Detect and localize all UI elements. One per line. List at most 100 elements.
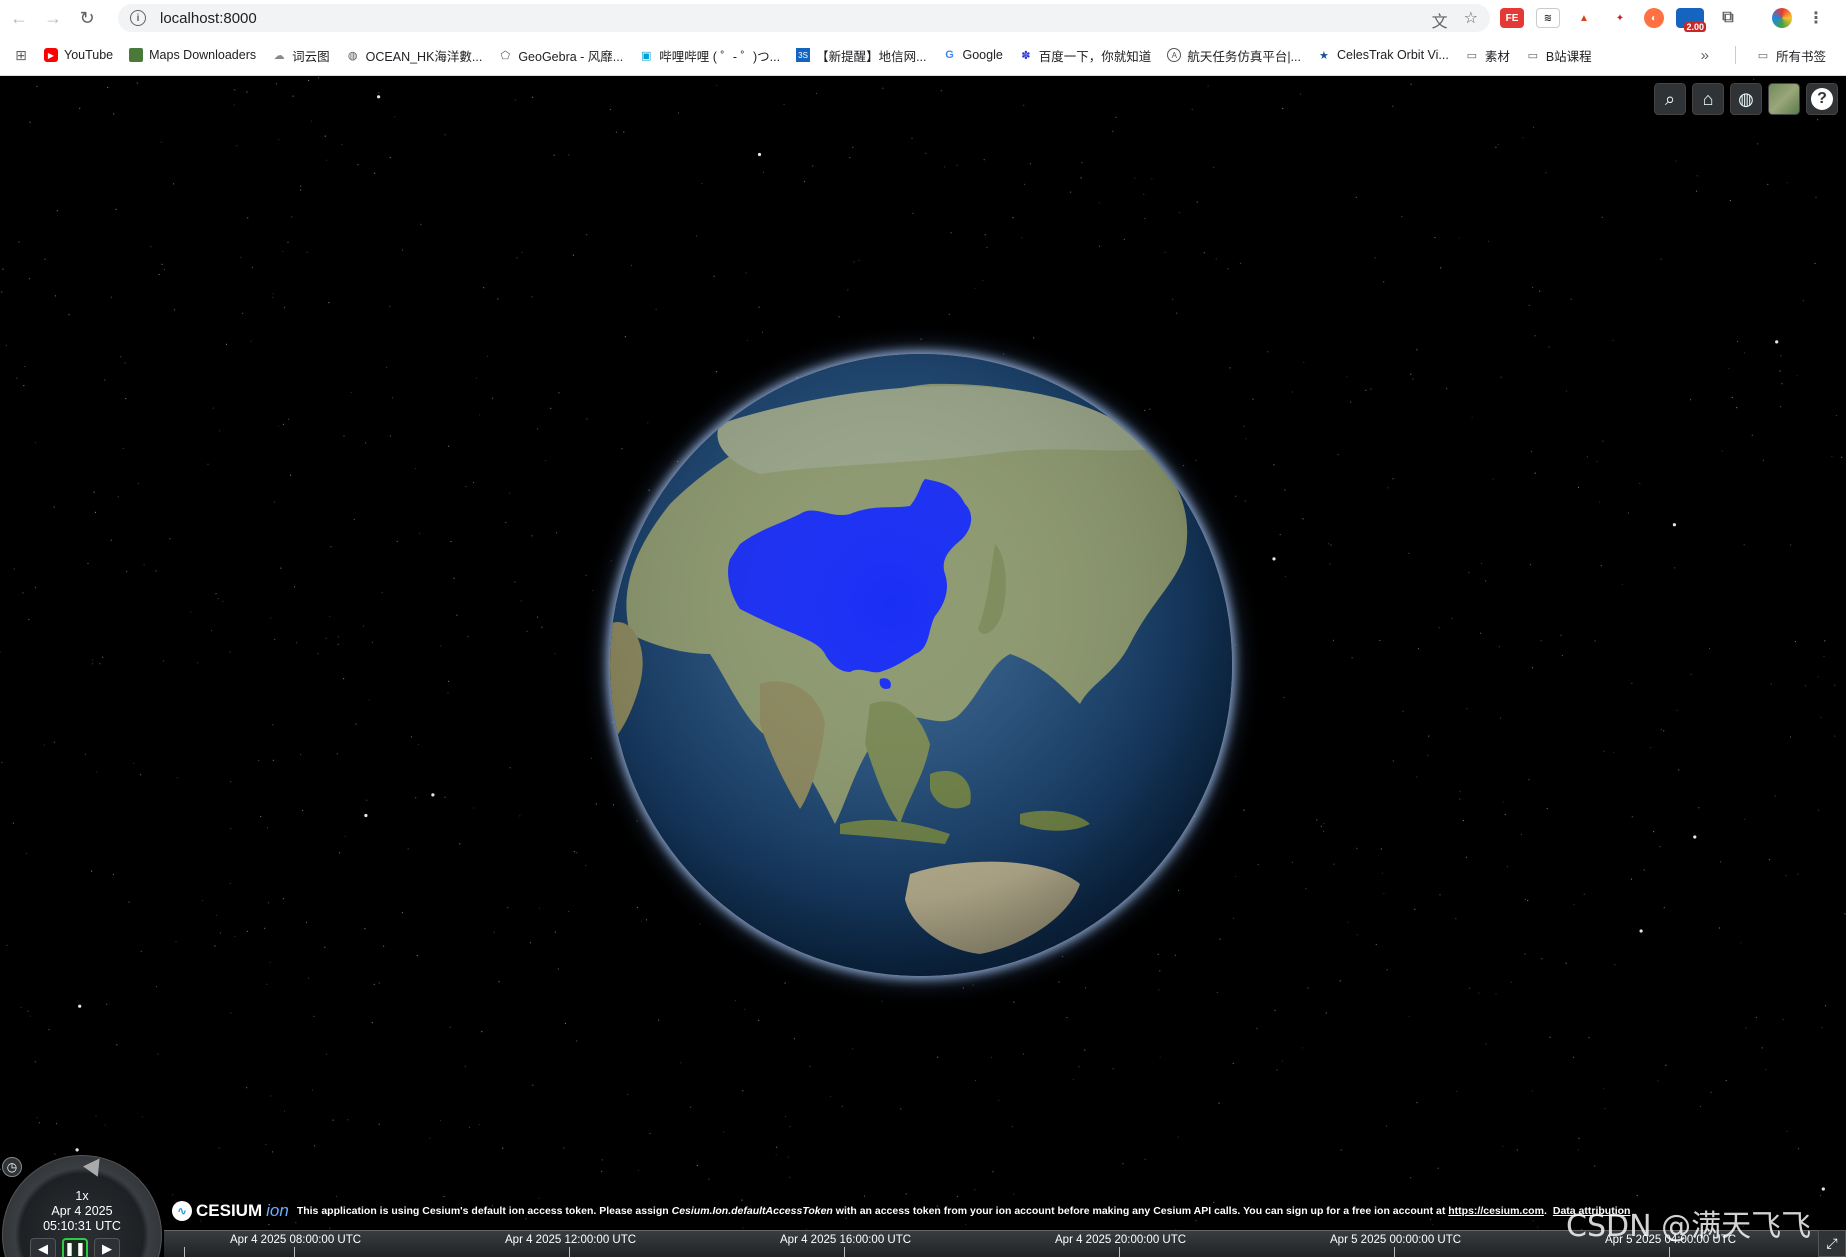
star bbox=[815, 92, 818, 95]
more-bookmarks-button[interactable]: » bbox=[1701, 47, 1709, 64]
star bbox=[305, 921, 308, 923]
timeline-tick bbox=[1119, 1247, 1120, 1257]
star bbox=[701, 183, 703, 185]
star bbox=[1178, 212, 1181, 214]
reload-button[interactable]: ↻ bbox=[70, 1, 104, 35]
star bbox=[514, 99, 517, 101]
back-button[interactable]: ← bbox=[2, 1, 36, 35]
pause-button[interactable]: ❚❚ bbox=[62, 1238, 88, 1257]
star bbox=[1524, 953, 1526, 955]
bookmark-youtube[interactable]: ▶ YouTube bbox=[36, 42, 121, 68]
star bbox=[1789, 736, 1792, 738]
bookmark-baidu[interactable]: ✽ 百度一下，你就知道 bbox=[1011, 42, 1160, 68]
star bbox=[1062, 955, 1064, 958]
star bbox=[1495, 993, 1497, 995]
info-icon[interactable]: i bbox=[130, 10, 146, 26]
star bbox=[448, 445, 450, 447]
extensions-bar: FE ≋ ▲ ✦ ◐ 2.00 ⧉ ⋮ bbox=[1500, 6, 1828, 32]
star bbox=[1674, 567, 1676, 569]
star bbox=[292, 95, 294, 97]
bookmark-space-sim[interactable]: A 航天任务仿真平台|... bbox=[1159, 42, 1309, 68]
cesium-link[interactable]: https://cesium.com bbox=[1448, 1205, 1544, 1217]
bookmark-star-icon[interactable]: ☆ bbox=[1464, 8, 1478, 32]
star bbox=[1546, 807, 1548, 810]
star bbox=[1710, 1091, 1712, 1093]
star bbox=[1768, 859, 1771, 861]
star bbox=[783, 103, 785, 105]
star bbox=[401, 912, 403, 914]
bookmark-3s[interactable]: 3S 【新提醒】地信网... bbox=[788, 42, 934, 68]
forward-button[interactable]: → bbox=[36, 1, 70, 35]
star bbox=[541, 626, 543, 628]
star bbox=[1817, 809, 1820, 811]
star bbox=[378, 1123, 380, 1125]
extension-icon[interactable]: ◐ bbox=[1644, 8, 1664, 28]
geocoder-search-button[interactable]: ⌕ bbox=[1654, 83, 1686, 115]
star bbox=[1636, 1195, 1638, 1197]
star bbox=[338, 852, 341, 854]
star bbox=[126, 570, 128, 573]
star bbox=[564, 1022, 567, 1024]
star bbox=[520, 600, 522, 602]
bookmark-bilibili[interactable]: ▣ 哔哩哔哩 ( ゜- ゜)つ... bbox=[631, 42, 788, 68]
profile-avatar[interactable] bbox=[1772, 8, 1792, 28]
scene-mode-button[interactable]: ◍ bbox=[1730, 83, 1762, 115]
star bbox=[1540, 640, 1542, 642]
play-forward-button[interactable]: ▶ bbox=[94, 1238, 120, 1257]
star bbox=[197, 662, 199, 664]
star bbox=[1527, 899, 1529, 902]
bookmark-ocean-hk[interactable]: ◍ OCEAN_HK海洋數... bbox=[338, 42, 491, 68]
folder-icon: ▭ bbox=[1466, 49, 1478, 62]
globe[interactable] bbox=[610, 354, 1232, 976]
star bbox=[1339, 980, 1341, 982]
star bbox=[733, 411, 735, 413]
all-bookmarks-folder[interactable]: ▭ 所有书签 bbox=[1748, 42, 1834, 68]
puzzle-icon[interactable]: ⧉ bbox=[1716, 8, 1740, 28]
star bbox=[1069, 191, 1072, 193]
star bbox=[378, 92, 380, 94]
star bbox=[299, 189, 302, 191]
badge-extension-icon[interactable]: 2.00 bbox=[1676, 8, 1706, 32]
address-bar[interactable]: i localhost:8000 文 ☆ bbox=[118, 4, 1490, 32]
bookmark-folder-bilibili-courses[interactable]: ▭ B站课程 bbox=[1518, 42, 1600, 68]
extension-icon[interactable]: ▲ bbox=[1572, 8, 1596, 28]
base-layer-picker-button[interactable] bbox=[1768, 83, 1800, 115]
star bbox=[1347, 921, 1349, 923]
star bbox=[1058, 981, 1060, 983]
bookmark-folder-materials[interactable]: ▭ 素材 bbox=[1457, 42, 1518, 68]
star bbox=[1834, 735, 1836, 737]
translate-icon[interactable]: 文 bbox=[1432, 8, 1448, 32]
star bbox=[1340, 1149, 1342, 1151]
bookmark-wordcloud[interactable]: ☁ 词云图 bbox=[264, 42, 338, 68]
bookmark-celestrak[interactable]: ★ CelesTrak Orbit Vi... bbox=[1309, 42, 1457, 68]
play-reverse-button[interactable]: ◀ bbox=[30, 1238, 56, 1257]
timeline-needle[interactable] bbox=[184, 1247, 185, 1257]
extension-icon[interactable]: ✦ bbox=[1608, 8, 1632, 28]
star bbox=[1383, 892, 1385, 895]
star bbox=[1613, 751, 1615, 754]
star bbox=[277, 425, 280, 427]
bookmark-google[interactable]: G Google bbox=[934, 42, 1010, 68]
star bbox=[829, 1095, 832, 1097]
fullscreen-button[interactable]: ⤢ bbox=[1818, 1230, 1846, 1257]
navigation-help-button[interactable]: ? bbox=[1806, 83, 1838, 115]
bilibili-icon: ▣ bbox=[641, 49, 652, 62]
star bbox=[125, 398, 127, 400]
extension-icon[interactable]: ≋ bbox=[1536, 8, 1560, 28]
bookmark-geogebra[interactable]: ⬠ GeoGebra - 风靡... bbox=[490, 42, 631, 68]
bookmark-maps-downloaders[interactable]: Maps Downloaders bbox=[121, 42, 264, 68]
star bbox=[1300, 93, 1302, 95]
star bbox=[251, 266, 253, 268]
apps-icon[interactable]: ⊞ bbox=[0, 42, 36, 68]
star bbox=[1573, 904, 1575, 906]
star bbox=[1284, 575, 1286, 578]
star bbox=[1534, 335, 1536, 337]
menu-icon[interactable]: ⋮ bbox=[1804, 8, 1828, 28]
fe-extension-icon[interactable]: FE bbox=[1500, 8, 1524, 28]
cesium-viewer[interactable]: ⌕ ⌂ ◍ ? ◷ 1x Apr 4 2025 05:10:31 UTC ◀ ❚… bbox=[0, 77, 1846, 1257]
cesium-ion-logo[interactable]: ∿ CESIUM ion bbox=[172, 1201, 289, 1221]
star bbox=[1481, 562, 1483, 564]
star bbox=[1218, 1102, 1220, 1104]
home-button[interactable]: ⌂ bbox=[1692, 83, 1724, 115]
star bbox=[1612, 339, 1614, 341]
